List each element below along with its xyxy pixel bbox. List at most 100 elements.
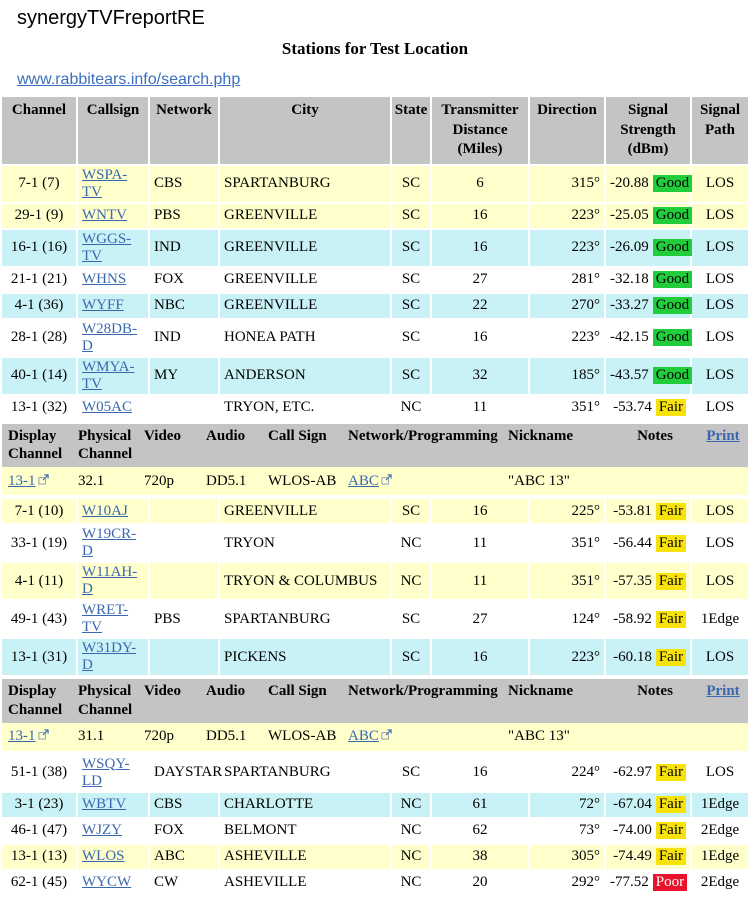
- column-header: Direction: [530, 97, 604, 164]
- print-link[interactable]: Print: [706, 683, 739, 699]
- details-column-header: Call Sign: [262, 424, 342, 468]
- direction-cell: 351°: [530, 396, 604, 420]
- network-cell: [150, 499, 218, 523]
- callsign-link[interactable]: WSQY-LD: [82, 756, 130, 789]
- network-cell: CW: [150, 871, 218, 895]
- callsign-link[interactable]: WGGS-TV: [82, 231, 131, 264]
- callsign-cell: WNTV: [78, 204, 148, 228]
- display-channel-cell: 13-1: [2, 467, 72, 495]
- signal-cell: -57.35Fair: [606, 563, 690, 599]
- callsign-link[interactable]: WRET-TV: [82, 602, 128, 635]
- direction-cell: 270°: [530, 294, 604, 318]
- state-cell: SC: [392, 601, 430, 637]
- network-cell: [150, 563, 218, 599]
- distance-cell: 16: [432, 204, 528, 228]
- callsign-link[interactable]: W19CR-D: [82, 526, 136, 559]
- signal-cell: -74.00Fair: [606, 819, 690, 843]
- channel-cell: 21-1 (21): [2, 268, 76, 292]
- direction-cell: 315°: [530, 166, 604, 202]
- column-header: City: [220, 97, 390, 164]
- callsign-link[interactable]: W28DB-D: [82, 321, 137, 354]
- station-row: 3-1 (23)WBTVCBSCHARLOTTENC6172°-67.04Fai…: [2, 793, 748, 817]
- callsign-cell: W28DB-D: [78, 320, 148, 356]
- channel-cell: 13-1 (32): [2, 396, 76, 420]
- notes-cell: [612, 467, 692, 495]
- quality-badge: Fair: [656, 535, 686, 552]
- stations-table: 51-1 (38)WSQY-LDDAYSTARSPARTANBURGSC1622…: [0, 753, 750, 897]
- quality-badge: Fair: [656, 611, 686, 628]
- station-row: 13-1 (13)WLOSABCASHEVILLENC38305°-74.49F…: [2, 845, 748, 869]
- column-header: Signal Strength (dBm): [606, 97, 690, 164]
- path-cell: 2Edge: [692, 871, 748, 895]
- external-link-icon: [38, 728, 49, 745]
- distance-cell: 16: [432, 755, 528, 791]
- column-header: Network: [150, 97, 218, 164]
- callsign-link[interactable]: W11AH-D: [82, 564, 137, 597]
- channel-cell: 7-1 (7): [2, 166, 76, 202]
- city-cell: CHARLOTTE: [220, 793, 390, 817]
- path-cell: LOS: [692, 563, 748, 599]
- display-channel-link[interactable]: 13-1: [8, 728, 49, 744]
- details-column-header: Call Sign: [262, 679, 342, 723]
- callsign-link[interactable]: WLOS: [82, 848, 125, 864]
- callsign-link[interactable]: WYFF: [82, 297, 124, 313]
- network-programming-link[interactable]: ABC: [348, 728, 392, 744]
- callsign-link[interactable]: W31DY-D: [82, 640, 136, 673]
- direction-cell: 223°: [530, 639, 604, 675]
- path-cell: LOS: [692, 755, 748, 791]
- details-row: 13-131.1720pDD5.1WLOS-ABABC"ABC 13": [2, 723, 748, 751]
- quality-badge: Good: [653, 271, 692, 288]
- display-channel-link[interactable]: 13-1: [8, 473, 49, 489]
- callsign-link[interactable]: WHNS: [82, 271, 126, 287]
- print-link[interactable]: Print: [706, 428, 739, 444]
- quality-badge: Fair: [656, 796, 686, 813]
- callsign-link[interactable]: WJZY: [82, 822, 122, 838]
- city-cell: GREENVILLE: [220, 204, 390, 228]
- source-link-row: www.rabbitears.info/search.php: [0, 69, 750, 95]
- distance-cell: 11: [432, 563, 528, 599]
- source-link[interactable]: www.rabbitears.info/search.php: [17, 71, 240, 89]
- print-cell: [692, 723, 748, 751]
- network-cell: PBS: [150, 601, 218, 637]
- state-cell: SC: [392, 204, 430, 228]
- callsign-link[interactable]: W10AJ: [82, 503, 128, 519]
- network-programming-link[interactable]: ABC: [348, 473, 392, 489]
- nickname-cell: "ABC 13": [502, 467, 612, 495]
- direction-cell: 185°: [530, 358, 604, 394]
- distance-cell: 32: [432, 358, 528, 394]
- call-sign-cell: WLOS-AB: [262, 467, 342, 495]
- distance-cell: 16: [432, 639, 528, 675]
- quality-badge: Fair: [656, 764, 686, 781]
- notes-cell: [612, 723, 692, 751]
- column-header: Channel: [2, 97, 76, 164]
- audio-cell: DD5.1: [200, 723, 262, 751]
- state-cell: SC: [392, 294, 430, 318]
- quality-badge: Fair: [656, 573, 686, 590]
- callsign-link[interactable]: WYCW: [82, 874, 131, 890]
- details-table: Display ChannelPhysical ChannelVideoAudi…: [2, 424, 748, 496]
- channel-cell: 13-1 (31): [2, 639, 76, 675]
- distance-cell: 11: [432, 396, 528, 420]
- details-column-header: Notes: [612, 424, 692, 468]
- callsign-cell: WSQY-LD: [78, 755, 148, 791]
- stations-table: ChannelCallsignNetworkCityStateTransmitt…: [0, 95, 750, 422]
- quality-badge: Fair: [656, 649, 686, 666]
- callsign-link[interactable]: W05AC: [82, 399, 132, 415]
- channel-cell: 62-1 (45): [2, 871, 76, 895]
- signal-cell: -26.09Good: [606, 230, 690, 266]
- signal-value: -74.49: [613, 848, 652, 864]
- callsign-cell: WJZY: [78, 819, 148, 843]
- direction-cell: 124°: [530, 601, 604, 637]
- path-cell: LOS: [692, 525, 748, 561]
- callsign-link[interactable]: WNTV: [82, 207, 127, 223]
- quality-badge: Good: [653, 175, 692, 192]
- network-cell: IND: [150, 230, 218, 266]
- station-row: 13-1 (32)W05ACTRYON, ETC.NC11351°-53.74F…: [2, 396, 748, 420]
- callsign-link[interactable]: WMYA-TV: [82, 359, 135, 392]
- network-cell: DAYSTAR: [150, 755, 218, 791]
- city-cell: ASHEVILLE: [220, 871, 390, 895]
- network-cell: IND: [150, 320, 218, 356]
- callsign-link[interactable]: WSPA-TV: [82, 167, 127, 200]
- quality-badge: Good: [653, 297, 692, 314]
- state-cell: NC: [392, 845, 430, 869]
